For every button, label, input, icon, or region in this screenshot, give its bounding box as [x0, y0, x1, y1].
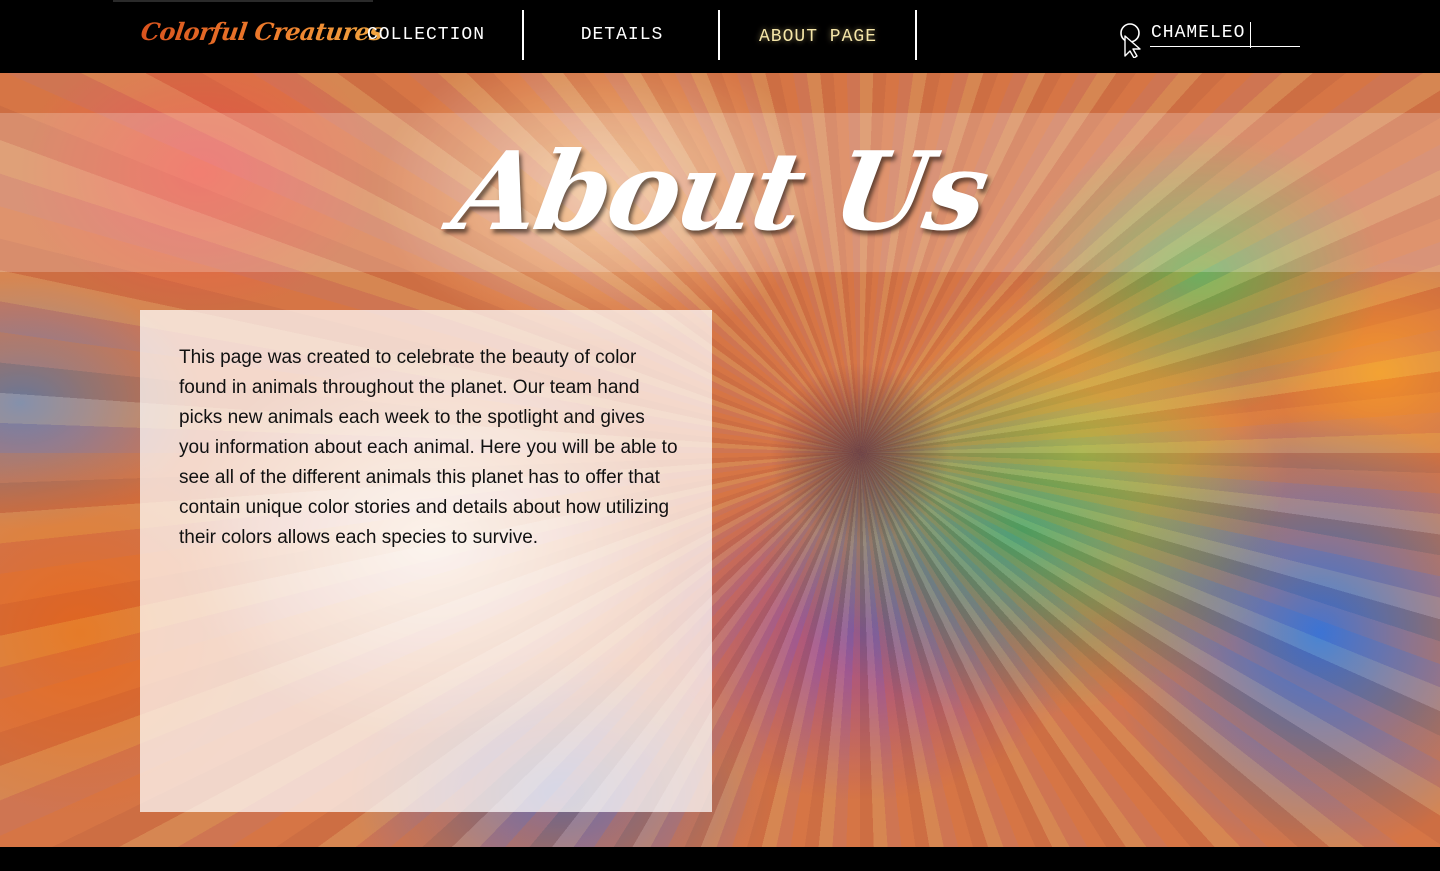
nav-details[interactable]: DETAILS [524, 10, 720, 60]
nav-collection[interactable]: COLLECTION [328, 10, 524, 60]
search-icon[interactable] [1118, 20, 1148, 58]
search-box[interactable] [1118, 18, 1302, 58]
text-caret [1250, 22, 1251, 48]
nav-about-page[interactable]: ABOUT PAGE [720, 12, 916, 62]
top-nav-bar: Colorful Creatures COLLECTION DETAILS AB… [0, 0, 1440, 73]
page-title: About Us [444, 129, 996, 255]
nav-divider [915, 10, 917, 60]
search-input[interactable] [1150, 21, 1300, 47]
header-accent-line [113, 0, 373, 2]
footer-bar [0, 847, 1440, 871]
about-description: This page was created to celebrate the b… [179, 347, 678, 548]
